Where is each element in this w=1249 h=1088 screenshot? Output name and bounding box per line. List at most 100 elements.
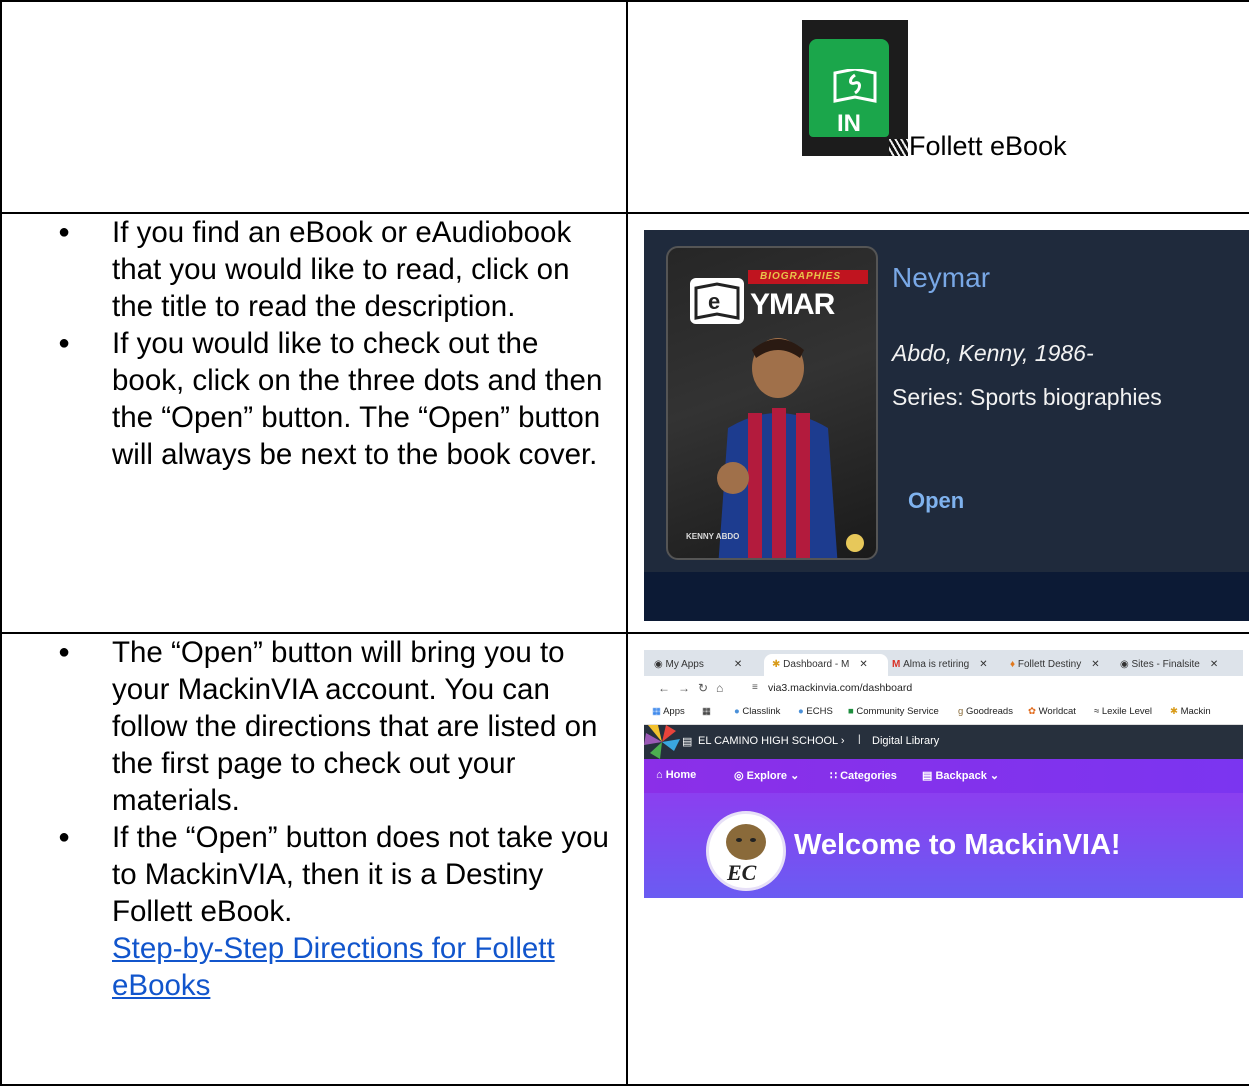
screenshot-cell: BIOGRAPHIES YMAR e KENNY ABDO Neymar Abd…: [626, 212, 1249, 634]
instructions-cell: The “Open” button will bring you to your…: [0, 632, 628, 1086]
svg-text:e: e: [708, 289, 720, 314]
school-name: EL CAMINO HIGH SCHOOL: [698, 735, 838, 747]
tab-label: Dashboard - M: [783, 659, 850, 670]
neymar-book-screenshot: BIOGRAPHIES YMAR e KENNY ABDO Neymar Abd…: [644, 230, 1248, 621]
school-mascot-logo: EC: [706, 811, 786, 891]
close-icon[interactable]: ✕: [1091, 659, 1099, 670]
mascot-text: EC: [726, 860, 757, 885]
book-series: Series: Sports biographies: [892, 384, 1162, 410]
navigation-buttons[interactable]: ←→↻⌂: [658, 681, 731, 695]
award-badge-icon: [846, 534, 864, 552]
nav-label: Categories: [840, 770, 897, 782]
browser-tab[interactable]: ✱ Dashboard - M ✕: [764, 654, 888, 676]
logo-badge: IN: [809, 39, 889, 137]
mackin-icon: ✱: [772, 659, 784, 670]
book-cover[interactable]: BIOGRAPHIES YMAR e KENNY ABDO: [666, 246, 878, 560]
goodreads-icon: g: [958, 706, 966, 717]
bookmark-label: Mackin: [1180, 706, 1211, 717]
home-icon: ⌂: [656, 769, 666, 781]
bookmark-label: Community Service: [856, 706, 939, 717]
bookmark-worldcat[interactable]: ✿ Worldcat: [1028, 706, 1076, 717]
tab-label: My Apps: [665, 659, 704, 670]
mackin-icon: ✱: [1170, 706, 1181, 717]
close-icon[interactable]: ✕: [979, 659, 987, 670]
bullet-list: If you find an eBook or eAudiobook that …: [3, 215, 625, 473]
logo-text: IN: [837, 110, 861, 137]
logo-cell: IN Follett eBook: [626, 0, 1249, 214]
chevron-down-icon: ⌄: [787, 770, 800, 782]
browser-tab[interactable]: ◉ My Apps ✕: [654, 654, 742, 676]
bullet-text: If the “Open” button does not take you t…: [112, 821, 609, 928]
apps-grid-icon: ▦: [652, 706, 664, 717]
instructions-cell: If you find an eBook or eAudiobook that …: [0, 212, 628, 634]
welcome-banner: EC Welcome to MackinVIA!: [644, 793, 1243, 898]
cover-title: YMAR: [750, 288, 835, 321]
school-breadcrumb[interactable]: EL CAMINO HIGH SCHOOL ›: [698, 735, 845, 747]
site-header: ▤ EL CAMINO HIGH SCHOOL › | Digital Libr…: [644, 725, 1243, 759]
content-table: IN Follett eBook If you find an eBook or…: [0, 0, 1249, 1086]
book-title-link[interactable]: Neymar: [892, 262, 990, 294]
destiny-icon: ♦: [1010, 659, 1018, 670]
book-author: Abdo, Kenny, 1986-: [892, 340, 1094, 366]
bookmark-label: ECHS: [806, 706, 833, 717]
table-row: The “Open” button will bring you to your…: [0, 632, 1249, 1086]
nav-backpack[interactable]: ▤ Backpack ⌄: [922, 769, 999, 782]
bookmark-apps[interactable]: ▦ Apps: [652, 706, 685, 717]
bookmark-classlink[interactable]: ● Classlink: [734, 706, 780, 717]
browser-tab-strip: ◉ My Apps ✕ ✱ Dashboard - M ✕ M Alma is re…: [644, 650, 1243, 676]
ebook-badge-icon: e: [690, 278, 744, 324]
browser-tab[interactable]: M Alma is retiring ✕: [892, 654, 988, 676]
bookmark-label: Goodreads: [965, 706, 1013, 717]
address-bar: ←→↻⌂ ≡ via3.mackinvia.com/dashboard: [644, 676, 1243, 700]
bookmark-echs[interactable]: ● ECHS: [798, 706, 833, 717]
bookmark-label: Apps: [663, 706, 685, 717]
bullet-item: If the “Open” button does not take you t…: [3, 819, 625, 1004]
book-card: BIOGRAPHIES YMAR e KENNY ABDO Neymar Abd…: [644, 230, 1248, 572]
bookmark-goodreads[interactable]: g Goodreads: [958, 706, 1013, 717]
table-row: IN Follett eBook: [0, 0, 1249, 214]
separator: |: [858, 734, 861, 745]
bookmark-label: Lexile Level: [1101, 706, 1153, 717]
empty-cell: [0, 0, 628, 214]
tab-label: Follett Destiny: [1017, 659, 1082, 670]
nav-label: Home: [665, 769, 697, 781]
tab-label: Sites - Finalsite: [1131, 659, 1200, 670]
open-book-icon: [833, 69, 877, 103]
bullet-item: If you find an eBook or eAudiobook that …: [3, 215, 625, 325]
bookmark-lexile[interactable]: ≈ Lexile Level: [1094, 706, 1152, 717]
close-icon[interactable]: ✕: [859, 659, 867, 670]
lexile-icon: ≈: [1094, 706, 1102, 717]
tab-label: Alma is retiring: [903, 659, 970, 670]
nav-home[interactable]: ⌂ Home: [656, 769, 696, 781]
table-row: If you find an eBook or eAudiobook that …: [0, 212, 1249, 634]
bookmark-community-service[interactable]: ■ Community Service: [848, 706, 939, 717]
digital-library-label: Digital Library: [872, 735, 940, 747]
bookmark-label: Classlink: [742, 706, 781, 717]
bullet-list: The “Open” button will bring you to your…: [3, 635, 625, 1004]
browser-tab[interactable]: ◉ Sites - Finalsite ✕: [1120, 654, 1218, 676]
close-icon[interactable]: ✕: [734, 659, 742, 670]
open-button[interactable]: Open: [908, 488, 964, 514]
gmail-icon: M: [892, 659, 904, 670]
grid-icon[interactable]: ▦: [702, 706, 711, 717]
worldcat-icon: ✿: [1028, 706, 1039, 717]
follett-ebook-caption: Follett eBook: [909, 131, 1067, 161]
nav-explore[interactable]: ◎ Explore ⌄: [734, 769, 799, 782]
follett-directions-link[interactable]: Step-by-Step Directions for Follett eBoo…: [112, 932, 555, 1002]
url-field[interactable]: via3.mackinvia.com/dashboard: [768, 682, 912, 694]
close-icon[interactable]: ✕: [1210, 659, 1218, 670]
chevron-down-icon: ⌄: [986, 770, 1000, 782]
site-info-icon[interactable]: ≡: [752, 682, 758, 693]
bookmark-mackin[interactable]: ✱ Mackin: [1170, 706, 1211, 717]
bookmarks-bar: ▦ Apps ▦ ● Classlink ● ECHS ■ Community …: [644, 700, 1243, 725]
welcome-heading: Welcome to MackinVIA!: [794, 829, 1121, 861]
player-photo: [717, 338, 838, 558]
globe-icon: ◉: [654, 659, 666, 670]
cover-author: KENNY ABDO: [686, 532, 740, 541]
backpack-icon: ▤: [922, 770, 936, 782]
browser-tab[interactable]: ♦ Follett Destiny ✕: [1010, 654, 1100, 676]
finalsite-icon: ◉: [1120, 659, 1132, 670]
mackinvia-browser-screenshot: ◉ My Apps ✕ ✱ Dashboard - M ✕ M Alma is re…: [644, 650, 1243, 898]
follett-ebook-logo: IN: [802, 20, 908, 156]
nav-categories[interactable]: ∷ Categories: [830, 769, 897, 782]
